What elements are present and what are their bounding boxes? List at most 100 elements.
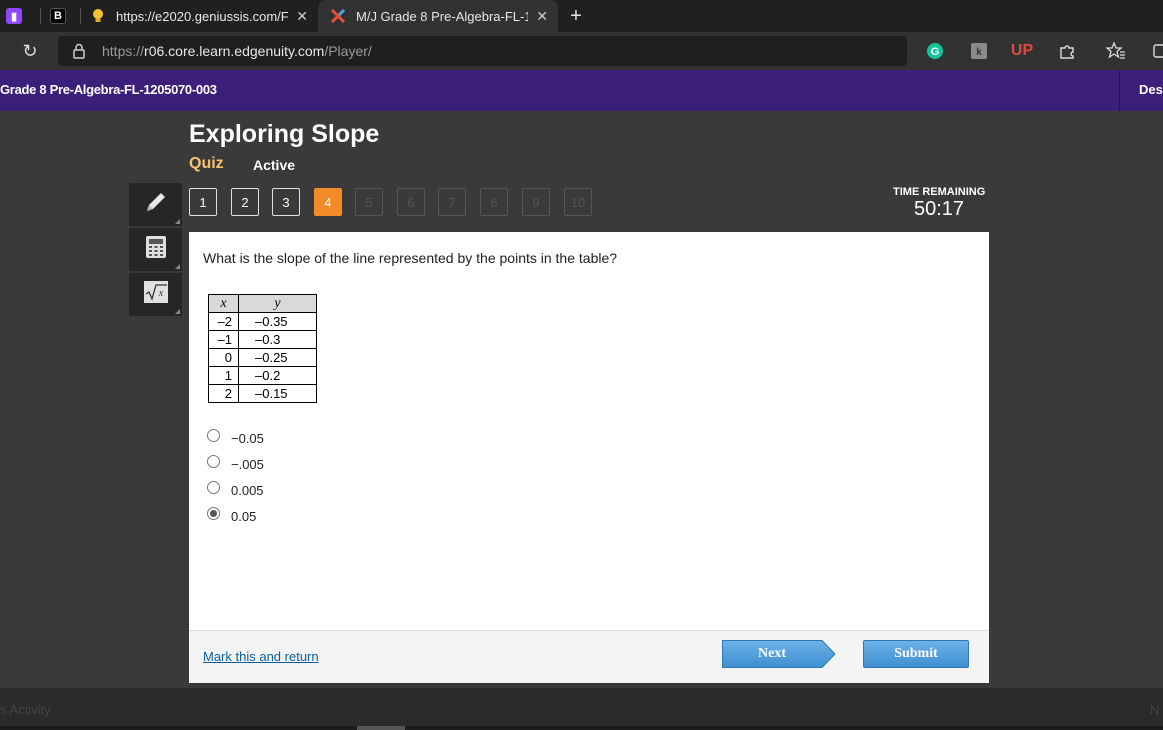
question-9-button: 9 [522, 188, 550, 216]
tab-edgenuity[interactable]: M/J Grade 8 Pre-Algebra-FL-120 ✕ [318, 0, 558, 32]
favorites-icon[interactable] [1106, 41, 1126, 61]
extension-k-icon[interactable]: k [969, 41, 989, 61]
lightbulb-icon [90, 8, 106, 24]
url-text: https://r06.core.learn.edgenuity.com/Pla… [102, 43, 372, 59]
timer-label: TIME REMAINING [893, 186, 986, 198]
xy-table: x y –2 –0.35 –1 –0.3 0 –0.25 1 –0.2 2 –0… [208, 294, 317, 403]
answer-label[interactable]: 0.005 [231, 483, 264, 498]
new-tab-button[interactable]: + [562, 0, 590, 32]
timer-value: 50:17 [914, 198, 965, 220]
calculator-tool-button[interactable] [129, 228, 182, 271]
answer-radio[interactable] [207, 480, 220, 494]
next-button[interactable]: Next [722, 640, 836, 668]
table-row: 1 –0.2 [208, 366, 317, 385]
answer-radio[interactable] [207, 428, 220, 442]
close-tab-icon[interactable]: ✕ [536, 8, 548, 25]
twitch-icon: ▮ [6, 8, 22, 24]
table-row: 2 –0.15 [208, 384, 317, 403]
activity-title: Exploring Slope [189, 120, 380, 148]
mark-and-return-link[interactable]: Mark this and return [203, 649, 319, 664]
answer-option[interactable]: −0.05 [207, 425, 264, 451]
table-header-x: x [208, 294, 239, 313]
table-row: 0 –0.25 [208, 348, 317, 367]
activity-status: Active [253, 157, 296, 173]
table-cell-x: 0 [208, 348, 239, 367]
question-7-button: 7 [438, 188, 466, 216]
question-8-button: 8 [480, 188, 508, 216]
question-text: What is the slope of the line represente… [203, 250, 618, 266]
url-path: /Player/ [324, 43, 372, 59]
bottom-bar: s Activity N [0, 688, 1163, 730]
answer-option[interactable]: 0.005 [207, 477, 264, 503]
question-footer: Mark this and return Next Submit [189, 630, 989, 683]
next-label: Next [758, 646, 786, 661]
bottom-strip-highlight [357, 726, 405, 730]
answer-radio-selected[interactable] [207, 506, 220, 520]
puzzle-icon[interactable] [1057, 41, 1077, 61]
browser-tab-bar: ▮ B https://e2020.geniussis.com/FED ✕ M/… [0, 0, 1163, 32]
grammarly-icon[interactable]: G [925, 41, 945, 61]
up-icon[interactable]: UP [1011, 41, 1033, 61]
table-cell-x: 1 [208, 366, 239, 385]
header-divider [1119, 70, 1120, 111]
question-4-button[interactable]: 4 [314, 188, 342, 216]
tab-geniussis[interactable]: https://e2020.geniussis.com/FED ✕ [90, 0, 318, 32]
svg-text:x: x [157, 288, 163, 299]
table-cell-y: –0.3 [238, 330, 317, 349]
tab-title: https://e2020.geniussis.com/FED [116, 8, 288, 24]
tools-sidebar: x [129, 183, 182, 318]
question-3-button[interactable]: 3 [272, 188, 300, 216]
bottom-right-label[interactable]: N [1150, 702, 1159, 717]
url-host: r06.core.learn.edgenuity.com [144, 43, 325, 59]
table-cell-y: –0.35 [238, 312, 317, 331]
answer-option[interactable]: 0.05 [207, 503, 264, 529]
formula-tool-button[interactable]: x [129, 273, 182, 316]
calculator-icon [145, 235, 167, 264]
activity-type: Quiz [189, 155, 224, 172]
table-header-y: y [238, 294, 317, 313]
answer-label[interactable]: −0.05 [231, 431, 264, 446]
header-right-label[interactable]: Des [1139, 82, 1163, 97]
answer-label[interactable]: 0.05 [231, 509, 256, 524]
table-cell-y: –0.15 [238, 384, 317, 403]
question-1-button[interactable]: 1 [189, 188, 217, 216]
table-header-row: x y [208, 294, 317, 313]
submit-button[interactable]: Submit [863, 640, 969, 668]
table-cell-x: 2 [208, 384, 239, 403]
lock-icon [72, 43, 86, 59]
question-10-button: 10 [564, 188, 592, 216]
table-cell-x: –1 [208, 330, 239, 349]
svg-text:G: G [931, 46, 940, 58]
question-panel: What is the slope of the line represente… [189, 232, 989, 683]
browser-toolbar: ↻ https://r06.core.learn.edgenuity.com/P… [0, 32, 1163, 70]
table-row: –1 –0.3 [208, 330, 317, 349]
svg-text:k: k [976, 47, 982, 58]
course-header: Grade 8 Pre-Algebra-FL-1205070-003 Des [0, 70, 1163, 111]
answer-option[interactable]: −.005 [207, 451, 264, 477]
pencil-icon [143, 189, 169, 220]
bottom-left-label[interactable]: s Activity [0, 702, 51, 717]
answer-options: −0.05 −.005 0.005 0.05 [207, 425, 264, 529]
address-bar[interactable]: https://r06.core.learn.edgenuity.com/Pla… [58, 36, 907, 66]
reload-icon[interactable]: ↻ [20, 41, 40, 61]
edgenuity-x-icon [330, 8, 346, 24]
tab-separator [80, 8, 81, 24]
course-title: Grade 8 Pre-Algebra-FL-1205070-003 [0, 82, 217, 97]
answer-radio[interactable] [207, 454, 220, 468]
tab-b[interactable]: B [50, 0, 74, 32]
url-prefix: https:// [102, 43, 145, 59]
collections-icon[interactable] [1150, 41, 1163, 61]
question-2-button[interactable]: 2 [231, 188, 259, 216]
table-cell-y: –0.25 [238, 348, 317, 367]
b-icon: B [50, 8, 66, 24]
table-cell-x: –2 [208, 312, 239, 331]
bottom-strip [0, 726, 1163, 730]
question-5-button: 5 [355, 188, 383, 216]
tab-separator [40, 8, 41, 24]
pencil-tool-button[interactable] [129, 183, 182, 226]
tab-twitch[interactable]: ▮ [6, 0, 34, 32]
table-cell-y: –0.2 [238, 366, 317, 385]
answer-label[interactable]: −.005 [231, 457, 264, 472]
tab-title: M/J Grade 8 Pre-Algebra-FL-120 [356, 8, 528, 24]
close-tab-icon[interactable]: ✕ [296, 8, 308, 25]
